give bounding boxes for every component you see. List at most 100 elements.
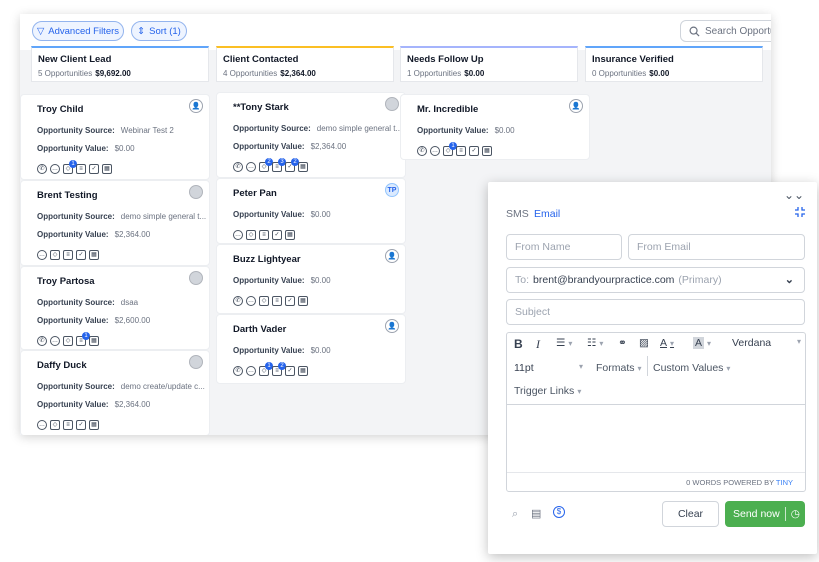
bold-button[interactable]: B (514, 337, 523, 351)
tab-email[interactable]: Email (534, 208, 560, 220)
tag-icon[interactable]: ◇ (50, 420, 60, 430)
user-icon: 👤 (189, 99, 203, 113)
phone-icon[interactable]: ✆ (233, 296, 243, 306)
chat-icon[interactable]: … (246, 162, 256, 172)
chat-icon[interactable]: … (246, 366, 256, 376)
calendar-icon[interactable]: ▦ (298, 366, 308, 376)
calendar-icon[interactable]: ▦ (298, 162, 308, 172)
chat-icon[interactable]: … (50, 336, 60, 346)
chevrons-down-icon[interactable]: ⌄⌄ (784, 188, 804, 202)
font-size-select[interactable]: 11pt (514, 362, 534, 374)
calendar-icon[interactable]: ▦ (89, 420, 99, 430)
tag-icon[interactable]: ◇ (50, 250, 60, 260)
chevron-down-icon[interactable]: ⌄ (785, 273, 794, 286)
font-family-select[interactable]: Verdana (732, 337, 771, 349)
tab-sms[interactable]: SMS (506, 208, 529, 220)
checkbox-icon[interactable]: ✓ (285, 296, 295, 306)
chat-icon[interactable]: … (430, 146, 440, 156)
advanced-filters-button[interactable]: ▽ Advanced Filters (32, 21, 124, 41)
document-icon[interactable]: ≡ (259, 230, 269, 240)
clock-icon[interactable]: ◷ (791, 508, 800, 520)
tag-icon[interactable]: ◇ 1 (259, 362, 273, 376)
link-icon[interactable]: ⚭ (618, 337, 627, 349)
template-icon[interactable]: ▤ (531, 507, 541, 520)
checkbox-icon[interactable]: ✓ 2 (285, 158, 299, 172)
search-input[interactable]: Search Opportu (680, 20, 771, 42)
bullet-list-button[interactable]: ☰ ▾ (556, 337, 572, 349)
calendar-icon[interactable]: ▦ (298, 296, 308, 306)
opportunity-card[interactable]: Buzz Lightyear 👤 Opportunity Value: $0.00… (216, 244, 406, 314)
document-icon[interactable]: ≡ (76, 164, 86, 174)
opportunity-card[interactable]: Brent Testing Opportunity Source: demo si… (20, 180, 210, 266)
image-icon[interactable]: ▨ (639, 337, 649, 349)
send-now-button[interactable]: Send now ◷ (725, 501, 805, 527)
tag-icon[interactable]: ◇ (63, 336, 73, 346)
italic-button[interactable]: I (536, 337, 540, 352)
chat-icon[interactable]: … (233, 230, 243, 240)
from-email-field[interactable]: From Email (628, 234, 805, 260)
calendar-icon[interactable]: ▦ (89, 250, 99, 260)
card-actions: ✆ … ◇ ≡ ✓ ▦ (233, 294, 405, 308)
document-icon[interactable]: ≡ (63, 250, 73, 260)
custom-values-menu[interactable]: Custom Values ▾ (653, 362, 730, 374)
subject-field[interactable]: Subject (506, 299, 805, 325)
phone-icon[interactable]: ✆ (417, 146, 427, 156)
tag-icon[interactable]: ◇ 1 (63, 160, 77, 174)
trigger-links-menu[interactable]: Trigger Links ▾ (514, 385, 581, 397)
sort-button[interactable]: ⇕ Sort (1) (131, 21, 187, 41)
phone-icon[interactable]: ✆ (233, 366, 243, 376)
opportunity-card[interactable]: Daffy Duck Opportunity Source: demo creat… (20, 350, 210, 435)
checkbox-icon[interactable]: ✓ (272, 230, 282, 240)
opportunity-card[interactable]: Peter Pan TP Opportunity Value: $0.00 … ◇… (216, 178, 406, 244)
chat-icon[interactable]: … (50, 164, 60, 174)
opportunity-card[interactable]: Mr. Incredible 👤 Opportunity Value: $0.00… (400, 94, 590, 160)
board-toolbar: ▽ Advanced Filters ⇕ Sort (1) Search Opp… (20, 14, 771, 50)
calendar-icon[interactable]: ▦ (482, 146, 492, 156)
clear-button[interactable]: Clear (662, 501, 719, 527)
tag-icon[interactable]: ◇ (259, 296, 269, 306)
to-field[interactable]: To: brent@brandyourpractice.com (Primary… (506, 267, 805, 293)
checkbox-icon[interactable]: ✓ (285, 366, 295, 376)
tag-icon[interactable]: ◇ 1 (443, 142, 457, 156)
formats-menu[interactable]: Formats ▾ (596, 362, 642, 374)
editor-body[interactable] (507, 404, 805, 472)
checkbox-icon[interactable]: ✓ (89, 164, 99, 174)
chat-icon[interactable]: … (246, 296, 256, 306)
checkbox-icon[interactable]: ✓ (469, 146, 479, 156)
calendar-icon[interactable]: ▦ (285, 230, 295, 240)
chevron-down-icon[interactable]: ▾ (579, 362, 583, 371)
document-icon[interactable]: ≡ 1 (76, 332, 90, 346)
from-name-field[interactable]: From Name (506, 234, 622, 260)
chat-icon[interactable]: … (37, 420, 47, 430)
tag-icon[interactable]: ◇ (246, 230, 256, 240)
document-icon[interactable]: ≡ (456, 146, 466, 156)
opportunity-card[interactable]: Troy Partosa Opportunity Source: dsaa Opp… (20, 266, 210, 350)
numbered-list-button[interactable]: ☷ ▾ (587, 337, 603, 349)
checkbox-icon[interactable]: ✓ (76, 420, 86, 430)
chevron-down-icon[interactable]: ▾ (797, 337, 801, 346)
phone-icon[interactable]: ✆ (233, 162, 243, 172)
document-icon[interactable]: ≡ 2 (272, 362, 286, 376)
opportunity-card[interactable]: Darth Vader 👤 Opportunity Value: $0.00 ✆ … (216, 314, 406, 384)
document-icon[interactable]: ≡ 3 (272, 158, 286, 172)
phone-icon[interactable]: ✆ (37, 336, 47, 346)
column-header-insurance-verified: Insurance Verified 0 Opportunities $0.00 (585, 46, 763, 82)
document-icon[interactable]: ≡ (63, 420, 73, 430)
opportunity-card[interactable]: **Tony Stark Opportunity Source: demo sim… (216, 92, 406, 178)
document-icon[interactable]: ≡ (272, 296, 282, 306)
user-icon: 👤 (385, 249, 399, 263)
dollar-icon[interactable]: $ (553, 506, 565, 518)
highlight-button[interactable]: A ▾ (693, 337, 711, 349)
message-panel: ⌄⌄ SMS Email From Name From Email To: br… (488, 182, 817, 554)
phone-icon[interactable]: ✆ (37, 164, 47, 174)
avatar (189, 271, 203, 285)
calendar-icon[interactable]: ▦ (89, 336, 99, 346)
collapse-icon[interactable] (794, 206, 806, 218)
calendar-icon[interactable]: ▦ (102, 164, 112, 174)
attachment-icon[interactable]: ⌕ (512, 508, 518, 521)
checkbox-icon[interactable]: ✓ (76, 250, 86, 260)
opportunity-card[interactable]: Troy Child 👤 Opportunity Source: Webinar … (20, 94, 210, 180)
tag-icon[interactable]: ◇ 2 (259, 158, 273, 172)
text-color-button[interactable]: A ▾ (660, 337, 674, 349)
chat-icon[interactable]: … (37, 250, 47, 260)
